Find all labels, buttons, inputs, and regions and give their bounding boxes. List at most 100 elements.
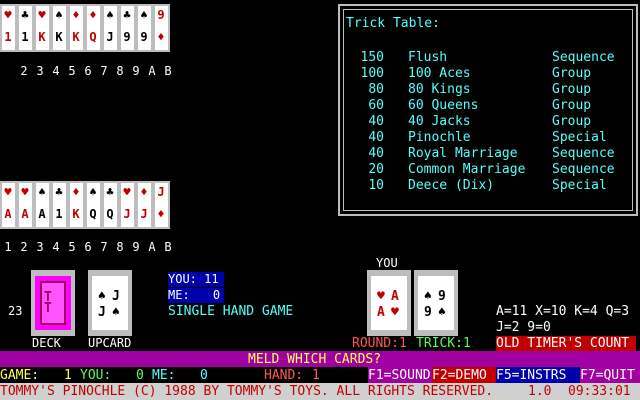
card-top-mark: ♠ xyxy=(89,185,97,199)
upcard: ♠ J J ♠ xyxy=(88,270,132,336)
card[interactable]: ♠ K xyxy=(51,4,68,52)
trick-table-row: 150 Flush Sequence xyxy=(340,50,636,66)
deck-label: DECK xyxy=(32,336,61,350)
trick-points: 40 xyxy=(368,114,384,129)
card[interactable]: ♠ Q xyxy=(85,181,102,229)
card[interactable]: ♥ A xyxy=(17,181,34,229)
meld-prompt: MELD WHICH CARDS? xyxy=(248,352,382,367)
trick-type: Group xyxy=(552,98,592,113)
f2-demo-button[interactable]: F2=DEMO xyxy=(432,367,496,383)
card-top-mark: ♠ xyxy=(140,8,148,22)
card[interactable]: ♦ K xyxy=(68,181,85,229)
copyright-text: TOMMY'S PINOCHLE (C) 1988 BY TOMMY'S TOY… xyxy=(0,384,494,399)
card-top-mark: ♥ xyxy=(38,8,46,22)
card-top-mark: ♣ xyxy=(21,8,29,22)
card[interactable]: ♣ 1 xyxy=(51,181,68,229)
deck-card[interactable]: TT xyxy=(31,270,75,336)
hand-index-label: 3 xyxy=(36,240,44,254)
card-top-mark: ♦ xyxy=(72,8,80,22)
trick-name: Flush xyxy=(408,50,448,65)
trick-points: 150 xyxy=(360,50,384,65)
card[interactable]: J ♦ xyxy=(153,181,170,229)
card[interactable]: ♥ K xyxy=(34,4,51,52)
card[interactable]: ♠ J xyxy=(102,4,119,52)
upcard-rank-top: J xyxy=(112,289,120,304)
hand-index-label: 7 xyxy=(100,64,108,78)
hand-index-label: 8 xyxy=(116,240,124,254)
card-top-mark: ♦ xyxy=(72,185,80,199)
f7-quit-button[interactable]: F7=QUIT xyxy=(580,367,640,383)
card[interactable]: ♠ 9 xyxy=(136,4,153,52)
score-you: YOU: 11 xyxy=(168,272,224,287)
trick-points: 80 xyxy=(368,82,384,97)
trick-type: Sequence xyxy=(552,50,615,65)
status-you-value: 0 xyxy=(136,368,144,383)
trick-table-row: 60 60 Queens Group xyxy=(340,98,636,114)
hand-index-label: 6 xyxy=(84,240,92,254)
trick-card-me-suit-bottom: ♠ xyxy=(438,305,446,320)
card-bottom-mark: K xyxy=(72,207,80,221)
card-top-mark: ♣ xyxy=(106,185,114,199)
trick-points: 20 xyxy=(368,162,384,177)
upcard-suit-top: ♠ xyxy=(98,289,106,304)
card-values-line2: J=2 9=0 xyxy=(496,320,551,335)
card-bottom-mark: Q xyxy=(89,207,97,221)
footer-bar: TOMMY'S PINOCHLE (C) 1988 BY TOMMY'S TOY… xyxy=(0,383,640,400)
card[interactable]: ♦ J xyxy=(136,181,153,229)
trick-table-row: 40 Royal Marriage Sequence xyxy=(340,146,636,162)
trick-you-label: YOU xyxy=(376,256,398,270)
card[interactable]: ♥ J xyxy=(119,181,136,229)
card-bottom-mark: A xyxy=(38,207,46,221)
upcard-label: UPCARD xyxy=(88,336,132,350)
card[interactable]: ♦ K xyxy=(68,4,85,52)
card-top-mark: ♠ xyxy=(38,185,46,199)
upcard-suit-bottom: ♠ xyxy=(112,305,120,320)
hand-index-label: 7 xyxy=(100,240,108,254)
trick-card-me: ♠ 9 9 ♠ xyxy=(414,270,458,336)
card-top-mark: 9 xyxy=(157,8,165,22)
trick-points: 60 xyxy=(368,98,384,113)
card[interactable]: ♥ 1 xyxy=(0,4,17,52)
card[interactable]: ♠ A xyxy=(34,181,51,229)
card-bottom-mark: 9 xyxy=(123,30,131,44)
trick-name: 40 Jacks xyxy=(408,114,471,129)
card[interactable]: ♥ A xyxy=(0,181,17,229)
opponent-hand: ♥ 1 ♣ 1 ♥ K ♠ K ♦ K ♦ Q ♠ J ♣ 9 ♠ 9 9 ♦ xyxy=(0,4,170,52)
f1-sound-button[interactable]: F1=SOUND xyxy=(368,367,432,383)
player-hand[interactable]: ♥ A ♥ A ♠ A ♣ 1 ♦ K ♠ Q ♣ Q ♥ J ♦ J J ♦ xyxy=(0,181,170,229)
hand-index-label: 9 xyxy=(132,240,140,254)
card[interactable]: ♣ Q xyxy=(102,181,119,229)
trick-type: Sequence xyxy=(552,146,615,161)
hand-index-label: 4 xyxy=(52,240,60,254)
card-top-mark: ♥ xyxy=(4,8,12,22)
trick-table-row: 40 Pinochle Special xyxy=(340,130,636,146)
trick-points: 40 xyxy=(368,146,384,161)
card-bottom-mark: Q xyxy=(89,30,97,44)
score-me: ME: 0 xyxy=(168,288,224,303)
hand-index-label: 9 xyxy=(132,64,140,78)
hand-index-label: 2 xyxy=(20,64,28,78)
hand-index-label: B xyxy=(164,240,172,254)
trick-name: Common Marriage xyxy=(408,162,526,177)
card-bottom-mark: K xyxy=(72,30,80,44)
trick-type: Sequence xyxy=(552,162,615,177)
score-you-value: 11 xyxy=(204,272,219,286)
card[interactable]: ♣ 1 xyxy=(17,4,34,52)
game-mode: SINGLE HAND GAME xyxy=(168,304,294,319)
card-top-mark: ♦ xyxy=(89,8,97,22)
trick-table-row: 100 100 Aces Group xyxy=(340,66,636,82)
trick-card-you-suit-top: ♥ xyxy=(377,289,385,304)
card[interactable]: ♣ 9 xyxy=(119,4,136,52)
trick-name: 100 Aces xyxy=(408,66,471,81)
status-game-value: 1 xyxy=(64,368,72,383)
trick-type: Group xyxy=(552,66,592,81)
card-top-mark: J xyxy=(157,185,165,199)
card[interactable]: ♦ Q xyxy=(85,4,102,52)
card[interactable]: 9 ♦ xyxy=(153,4,170,52)
trick-name: Deece (Dix) xyxy=(408,178,495,193)
hand-index-label: 3 xyxy=(36,64,44,78)
trick-card-you-rank-top: A xyxy=(391,289,399,304)
trick-type: Group xyxy=(552,82,592,97)
card-top-mark: ♥ xyxy=(4,185,12,199)
f5-instructions-button[interactable]: F5=INSTRS xyxy=(496,367,580,383)
